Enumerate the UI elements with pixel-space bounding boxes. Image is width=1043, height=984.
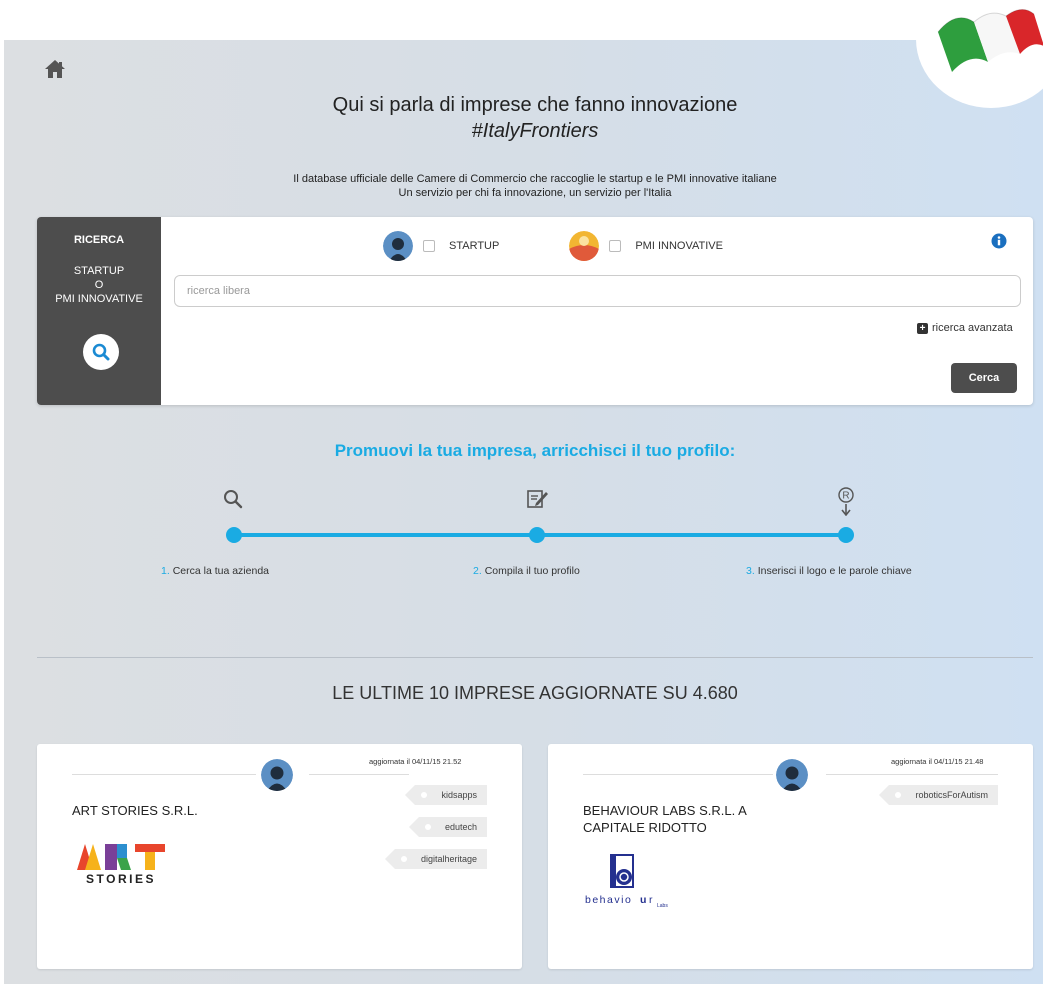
side-line-or: O xyxy=(94,279,104,291)
updated-date: aggiornata il 04/11/15 21.48 xyxy=(891,757,984,766)
tag-list: kidsapps edutech digitalheritage xyxy=(384,785,487,881)
search-input[interactable] xyxy=(174,275,1021,307)
info-icon[interactable] xyxy=(991,233,1007,249)
italy-flag-icon xyxy=(937,9,1043,72)
company-name[interactable]: BEHAVIOUR LABS S.R.L. A CAPITALE RIDOTTO xyxy=(583,802,747,836)
search-side-panel: RICERCA STARTUP O PMI INNOVATIVE xyxy=(37,217,161,405)
company-name-line1: BEHAVIOUR LABS S.R.L. A xyxy=(583,803,747,818)
step-dot-3 xyxy=(838,527,854,543)
step-label-3: 3. Inserisci il logo e le parole chiave xyxy=(746,565,912,577)
svg-text:Labs: Labs xyxy=(657,903,668,909)
tag-edutech[interactable]: edutech xyxy=(408,817,487,837)
card-rule-left xyxy=(72,774,256,775)
filter-row: STARTUP PMI INNOVATIVE xyxy=(383,231,723,261)
advanced-search-label: ricerca avanzata xyxy=(932,322,1013,334)
company-name[interactable]: ART STORIES S.R.L. xyxy=(72,802,198,819)
pmi-avatar-icon xyxy=(569,231,600,261)
section-divider xyxy=(37,657,1033,658)
tag-label: roboticsForAutism xyxy=(915,790,988,800)
behaviour-labs-logo: behavio u r Labs xyxy=(585,854,668,909)
tag-label: kidsapps xyxy=(441,790,477,800)
step-dot-1 xyxy=(226,527,242,543)
cerca-button[interactable]: Cerca xyxy=(951,363,1017,393)
side-line-pmi: PMI INNOVATIVE xyxy=(55,293,143,305)
svg-text:u: u xyxy=(640,894,648,906)
hero-subtitle-line1: Il database ufficiale delle Camere di Co… xyxy=(293,173,777,185)
tag-kidsapps[interactable]: kidsapps xyxy=(405,785,487,805)
startup-avatar-icon xyxy=(383,231,413,261)
company-card[interactable]: aggiornata il 04/11/15 21.48 BEHAVIOUR L… xyxy=(548,744,1033,969)
company-name-line2: CAPITALE RIDOTTO xyxy=(583,820,707,835)
updated-date: aggiornata il 04/11/15 21.52 xyxy=(369,757,462,766)
card-rule-left xyxy=(583,774,773,775)
side-search-button[interactable] xyxy=(83,334,119,370)
home-icon[interactable] xyxy=(44,58,66,80)
step-number-3: 3. xyxy=(746,565,755,577)
advanced-search-link[interactable]: + ricerca avanzata xyxy=(917,322,1013,334)
tag-label: digitalheritage xyxy=(420,854,477,864)
search-icon xyxy=(92,343,110,361)
hero-hashtag: #ItalyFrontiers xyxy=(471,120,599,142)
card-rule-right xyxy=(826,774,998,775)
tag-list: roboticsForAutism xyxy=(879,785,998,817)
pmi-filter-label: PMI INNOVATIVE xyxy=(635,240,723,252)
svg-text:R: R xyxy=(842,491,849,502)
svg-text:r: r xyxy=(649,894,654,906)
hero-subtitle: Il database ufficiale delle Camere di Co… xyxy=(0,172,1043,200)
side-description: STARTUP O PMI INNOVATIVE xyxy=(37,264,161,306)
search-icon xyxy=(224,490,243,509)
svg-text:STORIES: STORIES xyxy=(86,872,156,886)
startup-checkbox[interactable] xyxy=(423,240,435,252)
registered-icon: R xyxy=(838,487,854,516)
hero-heading: Qui si parla di imprese che fanno innova… xyxy=(0,92,1043,144)
company-card[interactable]: aggiornata il 04/11/15 21.52 ART STORIES… xyxy=(37,744,522,969)
latest-title: LE ULTIME 10 IMPRESE AGGIORNATE SU 4.680 xyxy=(332,683,738,703)
step-number-2: 2. xyxy=(473,565,482,577)
svg-text:behavio: behavio xyxy=(585,894,632,906)
startup-filter-label: STARTUP xyxy=(449,240,500,252)
startup-avatar-icon xyxy=(776,759,808,791)
promo-title: Promuovi la tua impresa, arricchisci il … xyxy=(334,441,736,460)
art-stories-logo: STORIES xyxy=(77,844,165,886)
step-number-1: 1. xyxy=(161,565,170,577)
step-text-3: Inserisci il logo e le parole chiave xyxy=(757,565,912,577)
step-label-1: 1. Cerca la tua azienda xyxy=(161,565,269,577)
edit-icon xyxy=(527,490,548,508)
pmi-checkbox[interactable] xyxy=(609,240,622,252)
startup-avatar-icon xyxy=(261,759,293,791)
side-line-startup: STARTUP xyxy=(73,265,125,277)
hero-title: Qui si parla di imprese che fanno innova… xyxy=(332,94,738,116)
tag-label: edutech xyxy=(444,822,477,832)
hero-subtitle-line2: Un servizio per chi fa innovazione, un s… xyxy=(398,187,672,199)
step-dot-2 xyxy=(529,527,545,543)
step-text-2: Compila il tuo profilo xyxy=(484,565,580,577)
tag-digitalheritage[interactable]: digitalheritage xyxy=(384,849,487,869)
step-label-2: 2. Compila il tuo profilo xyxy=(473,565,580,577)
card-rule-right xyxy=(309,774,409,775)
tag-roboticsforautism[interactable]: roboticsForAutism xyxy=(879,785,998,805)
search-panel: RICERCA STARTUP O PMI INNOVATIVE STARTUP xyxy=(37,217,1033,405)
side-title: RICERCA xyxy=(73,234,125,246)
step-text-1: Cerca la tua azienda xyxy=(172,565,269,577)
plus-icon: + xyxy=(917,322,928,334)
